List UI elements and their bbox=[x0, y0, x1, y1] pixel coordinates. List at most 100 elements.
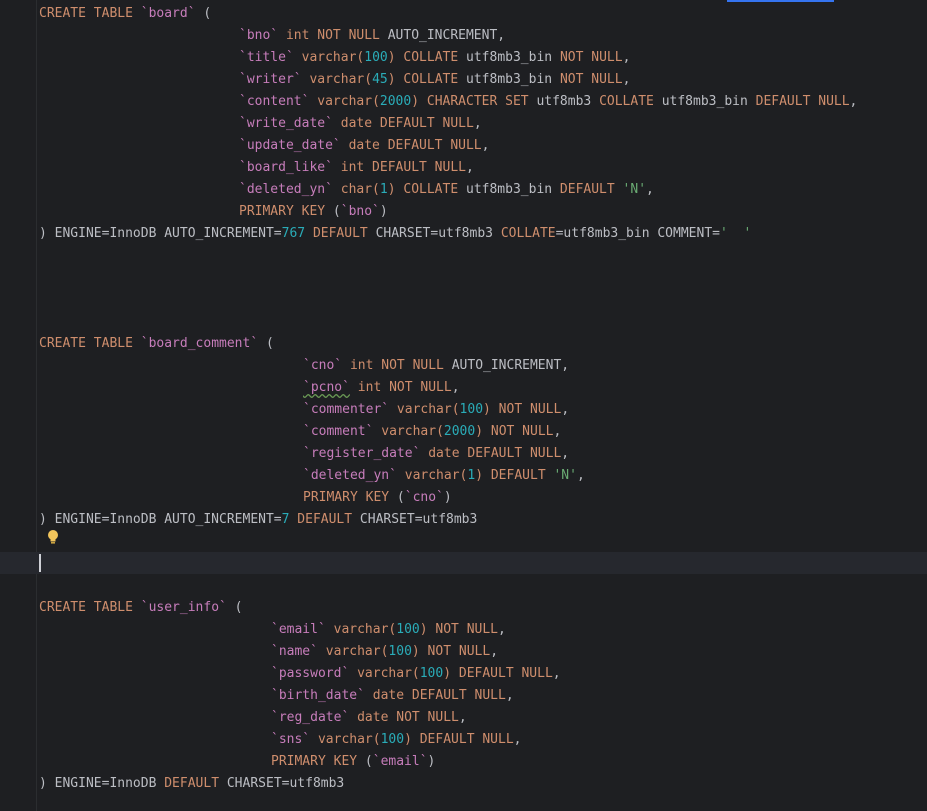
code-token: ) NOT NULL bbox=[483, 402, 562, 417]
code-token: `pcno` bbox=[303, 380, 350, 395]
code-token: `birth_date` bbox=[271, 688, 365, 703]
code-line[interactable]: `board_like` int DEFAULT NULL, bbox=[39, 157, 474, 179]
code-line[interactable]: `commenter` varchar(100) NOT NULL, bbox=[39, 399, 569, 421]
code-token: utf8mb3_bin bbox=[466, 50, 560, 65]
code-line[interactable]: PRIMARY KEY (`email`) bbox=[39, 751, 435, 773]
code-token: CHARSET=utf8mb3 bbox=[359, 512, 478, 527]
code-token: `sns` bbox=[271, 732, 311, 747]
code-line[interactable]: `name` varchar(100) NOT NULL, bbox=[39, 641, 498, 663]
code-token: , bbox=[849, 94, 858, 109]
code-token: 100 bbox=[380, 732, 405, 747]
code-token: PRIMARY KEY bbox=[271, 754, 365, 769]
code-editor[interactable]: CREATE TABLE `board` (`bno` int NOT NULL… bbox=[0, 0, 927, 811]
code-token: ) bbox=[427, 754, 436, 769]
code-token: int NOT NULL bbox=[342, 358, 452, 373]
code-token: `name` bbox=[271, 644, 318, 659]
code-token: varchar( bbox=[293, 50, 365, 65]
code-token: , bbox=[622, 50, 631, 65]
code-line[interactable]: `email` varchar(100) NOT NULL, bbox=[39, 619, 506, 641]
code-token: ( bbox=[226, 600, 243, 615]
gutter-divider bbox=[36, 0, 37, 811]
code-token: NOT NULL bbox=[559, 72, 623, 87]
code-token: , bbox=[646, 182, 654, 197]
code-token: varchar( bbox=[301, 72, 373, 87]
code-token: `commenter` bbox=[303, 402, 390, 417]
code-token: CREATE TABLE bbox=[39, 336, 141, 351]
code-token: 45 bbox=[372, 72, 388, 87]
code-token: CHARSET=utf8mb3 bbox=[226, 776, 345, 791]
code-token: `cno` bbox=[303, 358, 343, 373]
code-line[interactable]: CREATE TABLE `board_comment` ( bbox=[39, 333, 274, 355]
code-token: ) bbox=[379, 204, 388, 219]
code-token: 100 bbox=[419, 666, 444, 681]
code-token: ( bbox=[396, 490, 405, 505]
code-line[interactable]: `comment` varchar(2000) NOT NULL, bbox=[39, 421, 561, 443]
code-line[interactable]: `writer` varchar(45) COLLATE utf8mb3_bin… bbox=[39, 69, 630, 91]
code-line[interactable]: CREATE TABLE `user_info` ( bbox=[39, 597, 243, 619]
code-line[interactable]: `content` varchar(2000) CHARACTER SET ut… bbox=[39, 91, 857, 113]
code-line[interactable]: ) ENGINE=InnoDB DEFAULT CHARSET=utf8mb3 bbox=[39, 773, 344, 795]
code-line[interactable]: `password` varchar(100) DEFAULT NULL, bbox=[39, 663, 561, 685]
code-line[interactable]: `birth_date` date DEFAULT NULL, bbox=[39, 685, 514, 707]
code-token: 2000 bbox=[379, 94, 412, 109]
code-token: `update_date` bbox=[239, 138, 341, 153]
code-token: DEFAULT bbox=[164, 776, 227, 791]
code-line[interactable]: `update_date` date DEFAULT NULL, bbox=[39, 135, 489, 157]
code-token: 100 bbox=[388, 644, 412, 659]
code-token: , bbox=[490, 644, 499, 659]
code-line[interactable]: `title` varchar(100) COLLATE utf8mb3_bin… bbox=[39, 47, 630, 69]
code-token: ) NOT NULL bbox=[411, 644, 491, 659]
code-line[interactable]: ) ENGINE=InnoDB AUTO_INCREMENT=7 DEFAULT… bbox=[39, 509, 477, 531]
code-line[interactable]: CREATE TABLE `board` ( bbox=[39, 3, 211, 25]
code-token: DEFAULT bbox=[305, 226, 376, 241]
code-token: 1 bbox=[379, 182, 388, 197]
code-token: `board` bbox=[140, 6, 196, 21]
code-line[interactable]: PRIMARY KEY (`bno`) bbox=[39, 201, 388, 223]
code-token: `board_comment` bbox=[140, 336, 259, 351]
code-token: 767 bbox=[281, 226, 306, 241]
code-line[interactable]: `cno` int NOT NULL AUTO_INCREMENT, bbox=[39, 355, 569, 377]
lightbulb-icon[interactable] bbox=[47, 529, 59, 545]
code-token: , bbox=[561, 402, 570, 417]
code-line[interactable]: PRIMARY KEY (`cno`) bbox=[39, 487, 452, 509]
code-line[interactable]: `write_date` date DEFAULT NULL, bbox=[39, 113, 482, 135]
code-line[interactable]: `sns` varchar(100) DEFAULT NULL, bbox=[39, 729, 521, 751]
code-line[interactable]: ) ENGINE=InnoDB AUTO_INCREMENT=767 DEFAU… bbox=[39, 223, 751, 245]
code-token: date DEFAULT NULL bbox=[420, 446, 562, 461]
code-token: PRIMARY KEY bbox=[303, 490, 397, 505]
code-token: `bno` bbox=[340, 204, 380, 219]
code-token: ) ENGINE=InnoDB AUTO_INCREMENT= bbox=[39, 512, 282, 527]
code-token: ) COLLATE bbox=[387, 182, 466, 197]
code-token: varchar( bbox=[396, 468, 468, 483]
code-token: , bbox=[465, 160, 474, 175]
code-token: ) DEFAULT NULL bbox=[443, 666, 553, 681]
code-line[interactable]: `deleted_yn` char(1) COLLATE utf8mb3_bin… bbox=[39, 179, 654, 201]
code-line[interactable]: `bno` int NOT NULL AUTO_INCREMENT, bbox=[39, 25, 505, 47]
code-token: , bbox=[553, 424, 562, 439]
code-token: DEFAULT NULL bbox=[755, 94, 850, 109]
code-token: ) DEFAULT NULL bbox=[404, 732, 514, 747]
code-line[interactable]: `pcno` int NOT NULL, bbox=[39, 377, 460, 399]
code-token: , bbox=[552, 666, 561, 681]
code-token: varchar( bbox=[349, 666, 420, 681]
code-line[interactable]: `reg_date` date NOT NULL, bbox=[39, 707, 467, 729]
code-token: varchar( bbox=[310, 732, 381, 747]
code-token: AUTO_INCREMENT, bbox=[451, 358, 570, 373]
code-line[interactable]: `deleted_yn` varchar(1) DEFAULT 'N', bbox=[39, 465, 585, 487]
code-token: COLLATE bbox=[500, 226, 556, 241]
code-token: CREATE TABLE bbox=[39, 6, 141, 21]
code-token: `email` bbox=[372, 754, 428, 769]
code-token: , bbox=[458, 710, 467, 725]
code-token: int NOT NULL bbox=[278, 28, 388, 43]
code-token: ) ENGINE=InnoDB AUTO_INCREMENT= bbox=[39, 226, 282, 241]
code-token: , bbox=[513, 732, 522, 747]
code-token: ( bbox=[364, 754, 373, 769]
code-token: ) CHARACTER SET bbox=[411, 94, 537, 109]
code-token: utf8mb3_bin bbox=[661, 94, 756, 109]
text-caret bbox=[39, 554, 41, 572]
code-token: ) NOT NULL bbox=[419, 622, 499, 637]
code-token: `user_info` bbox=[140, 600, 227, 615]
code-line[interactable]: `register_date` date DEFAULT NULL, bbox=[39, 443, 569, 465]
code-token: , bbox=[576, 468, 585, 483]
code-token: `deleted_yn` bbox=[239, 182, 333, 197]
